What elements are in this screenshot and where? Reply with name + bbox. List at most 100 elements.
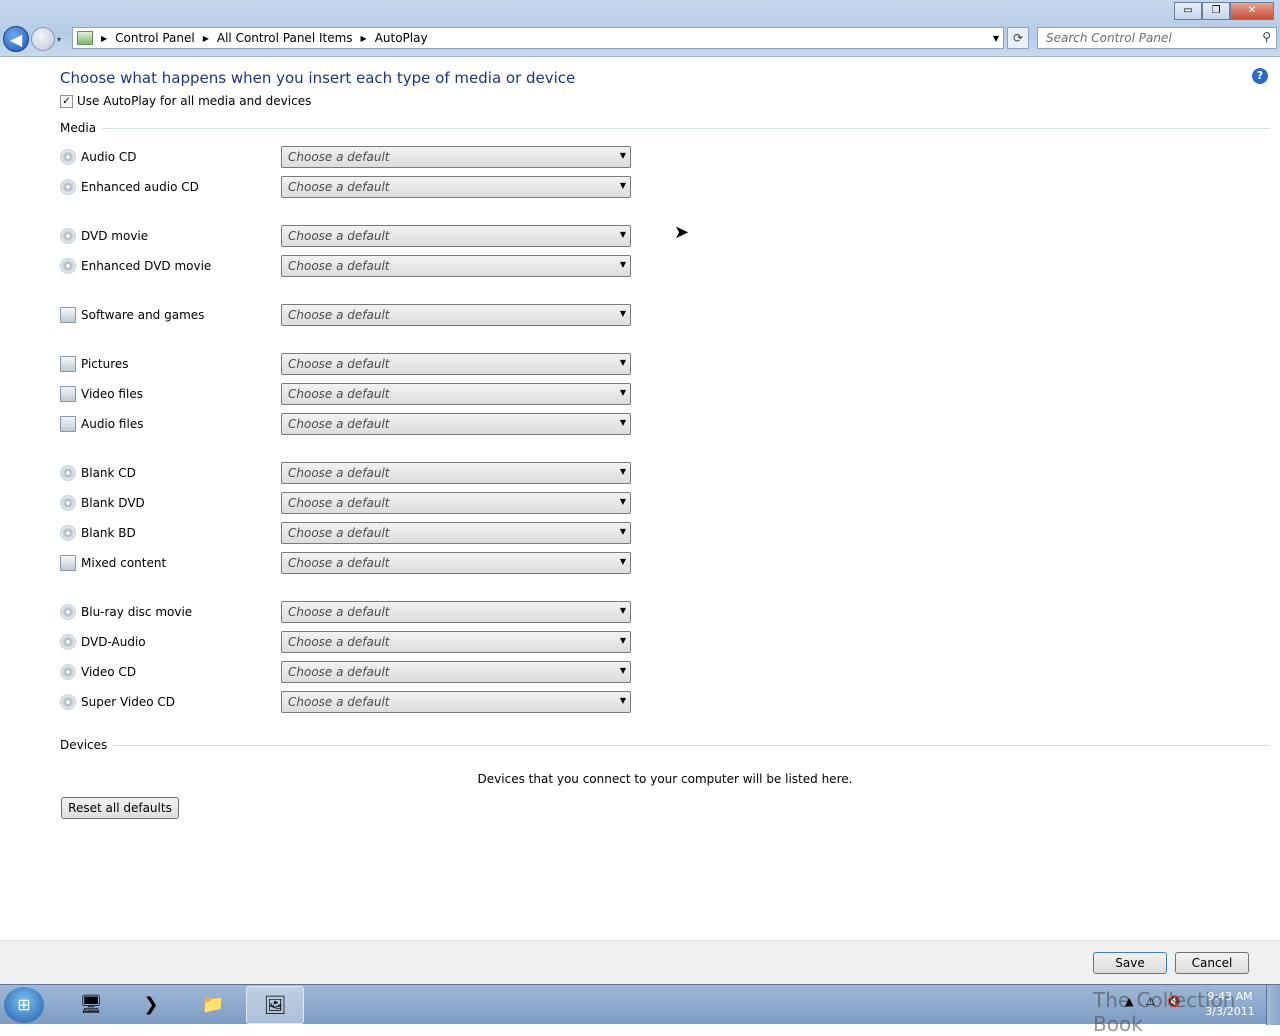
default-action-select[interactable]: Choose a default ▼ (281, 601, 631, 623)
media-row: Blank DVD Choose a default ▼ (60, 491, 640, 515)
media-row: Video files Choose a default ▼ (60, 382, 640, 406)
default-action-select[interactable]: Choose a default ▼ (281, 255, 631, 277)
help-icon[interactable]: ? (1252, 68, 1268, 84)
clock-time: 9:43 AM (1207, 990, 1253, 1003)
media-label: DVD-Audio (81, 635, 146, 649)
media-row: Video CD Choose a default ▼ (60, 660, 640, 684)
save-button[interactable]: Save (1093, 952, 1167, 974)
chevron-down-icon: ▼ (619, 151, 626, 160)
disc-icon (60, 179, 76, 195)
use-autoplay-checkbox[interactable]: ✓ Use AutoPlay for all media and devices (60, 94, 311, 108)
media-label: Blank BD (81, 526, 136, 540)
title-bar: ▭ ❐ ✕ ◀ ▾ ▶ Control Panel ▶ All Control … (0, 0, 1280, 57)
select-value: Choose a default (288, 526, 390, 540)
chevron-down-icon: ▼ (619, 557, 626, 566)
breadcrumb-autoplay[interactable]: AutoPlay (375, 31, 428, 45)
disc-icon (60, 634, 76, 650)
chevron-down-icon: ▼ (619, 260, 626, 269)
disc-icon (60, 495, 76, 511)
default-action-select[interactable]: Choose a default ▼ (281, 631, 631, 653)
media-label: Blank CD (81, 466, 136, 480)
clock[interactable]: 9:43 AM 3/3/2011 (1200, 989, 1260, 1019)
media-label: Audio files (81, 417, 144, 431)
recent-pages-dropdown[interactable]: ▾ (57, 35, 61, 44)
default-action-select[interactable]: Choose a default ▼ (281, 492, 631, 514)
breadcrumb-control-panel[interactable]: Control Panel (115, 31, 195, 45)
taskbar-powershell[interactable]: ❯ (122, 986, 180, 1024)
chevron-right-icon[interactable]: ▶ (361, 34, 367, 43)
select-value: Choose a default (288, 605, 390, 619)
cancel-button[interactable]: Cancel (1175, 952, 1249, 974)
select-value: Choose a default (288, 466, 390, 480)
start-button[interactable]: ⊞ (4, 987, 44, 1023)
default-action-select[interactable]: Choose a default ▼ (281, 304, 631, 326)
chevron-right-icon[interactable]: ▶ (101, 34, 107, 43)
media-row: Super Video CD Choose a default ▼ (60, 690, 640, 714)
default-action-select[interactable]: Choose a default ▼ (281, 552, 631, 574)
media-row: Audio CD Choose a default ▼ (60, 145, 640, 169)
default-action-select[interactable]: Choose a default ▼ (281, 146, 631, 168)
show-hidden-icons[interactable]: ▲ (1125, 995, 1133, 1008)
footer-bar: Save Cancel (0, 940, 1280, 984)
select-value: Choose a default (288, 695, 390, 709)
media-row: Blank CD Choose a default ▼ (60, 461, 640, 485)
search-input[interactable]: Search Control Panel ⚲ (1037, 27, 1277, 49)
media-label: Blu-ray disc movie (81, 605, 193, 619)
media-label: Blank DVD (81, 496, 145, 510)
breadcrumb-all-items[interactable]: All Control Panel Items (217, 31, 353, 45)
media-label: Enhanced audio CD (81, 180, 199, 194)
media-row: Blu-ray disc movie Choose a default ▼ (60, 600, 640, 624)
disc-icon (60, 149, 76, 165)
search-icon[interactable]: ⚲ (1262, 30, 1271, 44)
disc-icon (60, 604, 76, 620)
media-section-header: Media (60, 120, 1270, 136)
default-action-select[interactable]: Choose a default ▼ (281, 661, 631, 683)
default-action-select[interactable]: Choose a default ▼ (281, 383, 631, 405)
network-warning-icon[interactable]: ⚠ (1145, 995, 1155, 1008)
refresh-button[interactable]: ⟳ (1007, 27, 1029, 49)
default-action-select[interactable]: Choose a default ▼ (281, 462, 631, 484)
back-button[interactable]: ◀ (3, 26, 29, 52)
close-button[interactable]: ✕ (1230, 2, 1274, 20)
media-label: DVD movie (81, 229, 149, 243)
chevron-down-icon: ▼ (619, 418, 626, 427)
chevron-right-icon[interactable]: ▶ (203, 34, 209, 43)
forward-button[interactable] (31, 27, 55, 51)
maximize-button[interactable]: ❐ (1202, 2, 1230, 20)
address-bar[interactable]: ▶ Control Panel ▶ All Control Panel Item… (72, 27, 1004, 49)
taskbar-control-panel[interactable]: 🖼 (246, 986, 304, 1024)
chevron-down-icon: ▼ (619, 388, 626, 397)
chevron-down-icon: ▼ (619, 696, 626, 705)
media-row: Audio files Choose a default ▼ (60, 412, 640, 436)
taskbar-explorer[interactable]: 📁 (184, 986, 242, 1024)
media-label: Mixed content (81, 556, 167, 570)
media-row: Blank BD Choose a default ▼ (60, 521, 640, 545)
media-label: Video CD (81, 665, 137, 679)
address-dropdown-icon[interactable]: ▼ (993, 34, 999, 43)
select-value: Choose a default (288, 496, 390, 510)
default-action-select[interactable]: Choose a default ▼ (281, 353, 631, 375)
default-action-select[interactable]: Choose a default ▼ (281, 413, 631, 435)
select-value: Choose a default (288, 259, 390, 273)
reset-all-defaults-button[interactable]: Reset all defaults (61, 797, 179, 819)
media-label: Pictures (81, 357, 129, 371)
volume-muted-icon[interactable]: 🔇 (1167, 995, 1181, 1008)
default-action-select[interactable]: Choose a default ▼ (281, 176, 631, 198)
taskbar: ⊞ 🖥 ❯ 📁 🖼 The Collection Book ▲ ⚠ 🔇 9:43… (0, 984, 1280, 1036)
default-action-select[interactable]: Choose a default ▼ (281, 522, 631, 544)
media-row: Mixed content Choose a default ▼ (60, 551, 640, 575)
default-action-select[interactable]: Choose a default ▼ (281, 691, 631, 713)
show-desktop-button[interactable] (1266, 985, 1280, 1025)
chevron-down-icon: ▼ (619, 497, 626, 506)
use-autoplay-label: Use AutoPlay for all media and devices (77, 94, 312, 108)
media-row: DVD movie Choose a default ▼ (60, 224, 640, 248)
minimize-button[interactable]: ▭ (1174, 2, 1202, 20)
chevron-down-icon: ▼ (619, 606, 626, 615)
checkbox[interactable]: ✓ (60, 94, 73, 108)
default-action-select[interactable]: Choose a default ▼ (281, 225, 631, 247)
file-icon (60, 386, 76, 402)
media-row: Enhanced audio CD Choose a default ▼ (60, 175, 640, 199)
taskbar-server-manager[interactable]: 🖥 (62, 986, 120, 1024)
media-row: Software and games Choose a default ▼ (60, 303, 640, 327)
media-label: Video files (81, 387, 143, 401)
